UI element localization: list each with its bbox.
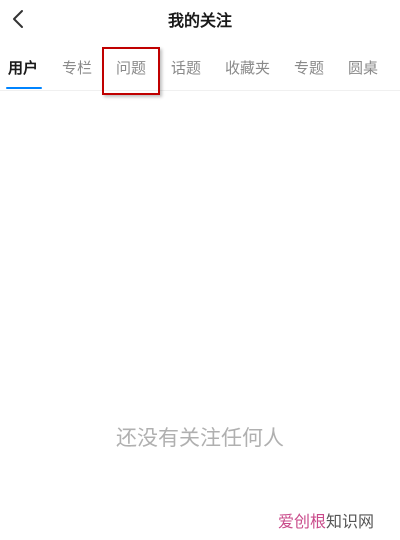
active-tab-indicator	[6, 87, 42, 89]
tab-specials[interactable]: 专题	[294, 58, 324, 78]
page-title: 我的关注	[167, 11, 232, 30]
tab-favorites[interactable]: 收藏夹	[225, 58, 270, 78]
tab-roundtables[interactable]: 圆桌	[348, 58, 378, 78]
screen: 我的关注 用户 专栏 问题 话题 收藏夹 专题 圆桌 还没有关注任何人 爱创根知…	[0, 0, 400, 540]
tab-users[interactable]: 用户	[8, 58, 38, 78]
tab-questions[interactable]: 问题	[116, 58, 146, 78]
tab-bar: 用户 专栏 问题 话题 收藏夹 专题 圆桌	[0, 44, 400, 91]
tab-topics[interactable]: 话题	[171, 58, 201, 78]
tab-columns[interactable]: 专栏	[62, 58, 92, 78]
empty-state-message: 还没有关注任何人	[116, 426, 284, 450]
watermark-part1: 爱创根	[277, 512, 326, 531]
watermark-part2: 知识网	[325, 512, 374, 531]
watermark: 爱创根知识网	[278, 512, 374, 532]
top-bar: 我的关注	[0, 0, 400, 42]
